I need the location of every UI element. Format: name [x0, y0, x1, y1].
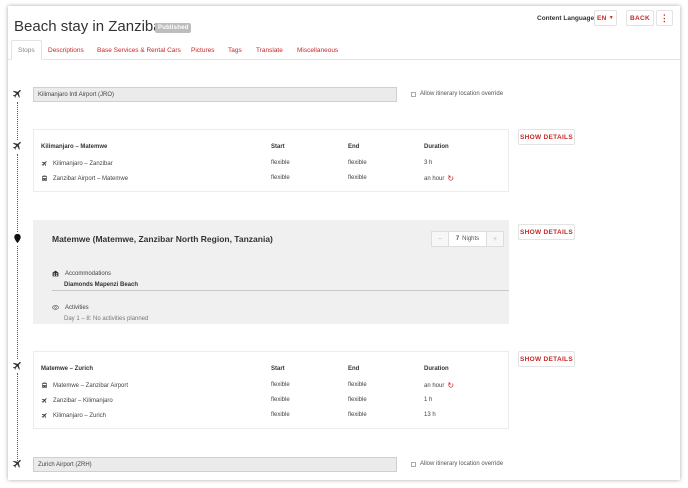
back-button[interactable]: BACK — [626, 10, 654, 26]
plane-icon — [12, 140, 23, 151]
column-end: End — [348, 366, 360, 372]
timeline-connector — [17, 373, 18, 461]
plane-icon — [41, 397, 48, 404]
divider — [52, 290, 509, 291]
show-details-button[interactable]: SHOW DETAILS — [518, 129, 575, 145]
plane-icon — [12, 458, 23, 469]
transfer-card: Kilimanjaro – Matemwe Start End Duration… — [33, 129, 509, 192]
activities-value: Day 1 – 8: No activities planned — [64, 316, 149, 322]
tab-pictures[interactable]: Pictures — [191, 40, 214, 60]
end-location-field[interactable]: Zurich Airport (ZRH) — [33, 457, 397, 472]
transfer-title: Kilimanjaro – Matemwe — [41, 144, 108, 150]
transfer-row-route: Kilimanjaro – Zanzibar — [41, 160, 113, 167]
row-start: flexible — [271, 160, 290, 166]
column-duration: Duration — [424, 366, 449, 372]
row-duration-cell: an hour ↻ — [424, 175, 454, 183]
more-vertical-icon[interactable]: ⋮ — [656, 10, 673, 26]
transfer-row-route: Zanzibar – Kilimanjaro — [41, 397, 113, 404]
app-window: Beach stay in Zanzibar Published Content… — [8, 6, 680, 480]
timeline-connector — [17, 246, 18, 359]
refresh-icon[interactable]: ↻ — [447, 382, 454, 390]
row-duration: 1 h — [424, 397, 433, 403]
plane-icon — [41, 412, 48, 419]
caret-down-icon: ▼ — [608, 15, 614, 21]
row-start: flexible — [271, 412, 290, 418]
stay-card: Matemwe (Matemwe, Zanzibar North Region,… — [33, 220, 509, 324]
end-override-checkbox[interactable]: Allow itinerary location override — [411, 461, 503, 467]
tab-descriptions[interactable]: Descriptions — [48, 40, 84, 60]
timeline-connector — [17, 102, 18, 140]
activities-header: Activities — [52, 304, 89, 311]
row-end: flexible — [348, 175, 367, 181]
column-end: End — [348, 144, 360, 150]
timeline-connector — [17, 154, 18, 232]
tab-tags[interactable]: Tags — [228, 40, 242, 60]
row-start: flexible — [271, 397, 290, 403]
row-start: flexible — [271, 175, 290, 181]
column-start: Start — [271, 144, 285, 150]
row-duration-cell: an hour ↻ — [424, 382, 454, 390]
transfer-row-route: Matemwe – Zanzibar Airport — [41, 382, 128, 389]
checkbox[interactable] — [411, 461, 416, 467]
content-language-label: Content Language — [537, 15, 595, 22]
nights-stepper: − 7 Nights + — [431, 231, 504, 247]
refresh-icon[interactable]: ↻ — [447, 175, 454, 183]
tab-translate[interactable]: Translate — [256, 40, 283, 60]
nights-value: 7 — [455, 236, 460, 242]
eye-icon — [52, 304, 59, 311]
nights-display[interactable]: 7 Nights — [448, 232, 487, 246]
row-end: flexible — [348, 160, 367, 166]
location-pin-icon — [12, 233, 23, 244]
start-location-field[interactable]: Kilimanjaro Intl Airport (JRO) — [33, 87, 397, 102]
tab-bar: Stops Descriptions Base Services & Renta… — [8, 40, 680, 60]
transfer-title: Matemwe – Zurich — [41, 366, 94, 372]
tab-miscellaneous[interactable]: Miscellaneous — [297, 40, 338, 60]
row-duration: 3 h — [424, 160, 433, 166]
plane-icon — [41, 160, 48, 167]
plane-icon — [12, 88, 23, 99]
override-label: Allow itinerary location override — [420, 91, 504, 97]
nights-label: Nights — [462, 236, 480, 242]
status-badge: Published — [155, 23, 192, 33]
override-label: Allow itinerary location override — [420, 461, 504, 467]
language-select[interactable]: EN ▼ — [594, 10, 617, 26]
accommodation-name[interactable]: Diamonds Mapenzi Beach — [64, 282, 138, 288]
checkbox[interactable] — [411, 91, 416, 97]
show-details-button[interactable]: SHOW DETAILS — [518, 224, 575, 240]
stay-title: Matemwe (Matemwe, Zanzibar North Region,… — [52, 234, 273, 244]
transfer-row-route: Kilimanjaro – Zurich — [41, 412, 106, 419]
transfer-row-route: Zanzibar Airport – Matemwe — [41, 175, 128, 182]
decrement-button[interactable]: − — [432, 232, 448, 246]
row-end: flexible — [348, 412, 367, 418]
start-override-checkbox[interactable]: Allow itinerary location override — [411, 91, 503, 97]
tab-stops[interactable]: Stops — [11, 40, 42, 60]
row-start: flexible — [271, 382, 290, 388]
language-value: EN — [597, 14, 607, 22]
row-duration: 13 h — [424, 412, 436, 418]
row-duration: an hour — [424, 176, 445, 182]
increment-button[interactable]: + — [487, 232, 503, 246]
bus-icon — [41, 382, 48, 389]
column-duration: Duration — [424, 144, 449, 150]
row-end: flexible — [348, 382, 367, 388]
page-title: Beach stay in Zanzibar — [14, 18, 167, 35]
hotel-icon — [52, 270, 59, 277]
row-end: flexible — [348, 397, 367, 403]
transfer-card: Matemwe – Zurich Start End Duration Mate… — [33, 351, 509, 429]
plane-icon — [12, 360, 23, 371]
tab-base-services[interactable]: Base Services & Rental Cars — [97, 40, 181, 60]
show-details-button[interactable]: SHOW DETAILS — [518, 351, 575, 367]
accommodations-header: Accommodations — [52, 270, 111, 277]
row-duration: an hour — [424, 383, 445, 389]
column-start: Start — [271, 366, 285, 372]
bus-icon — [41, 175, 48, 182]
